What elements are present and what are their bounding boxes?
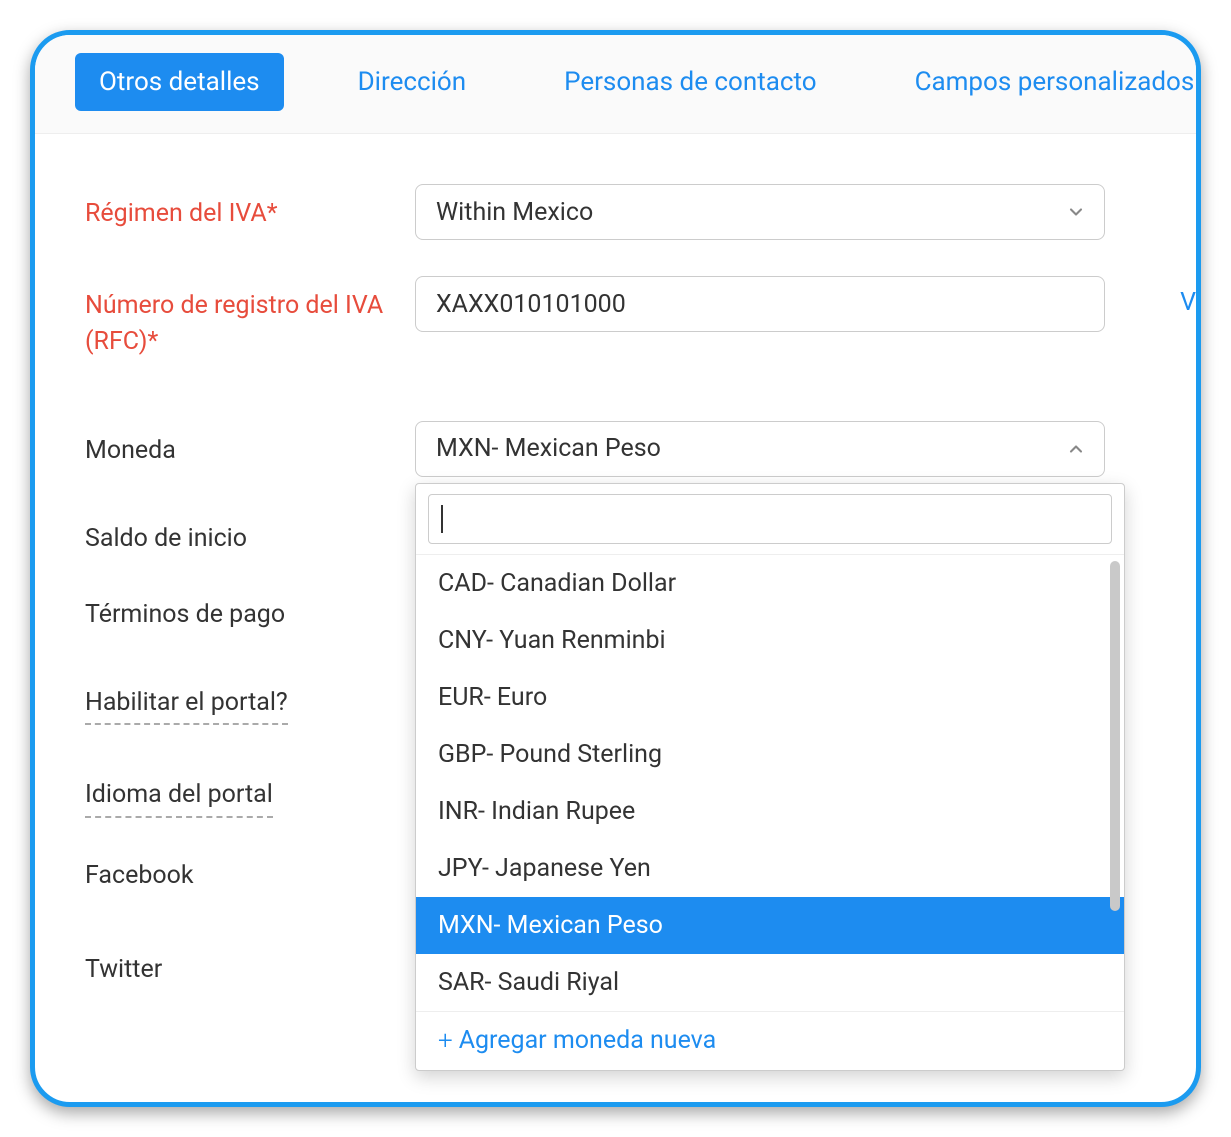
input-rfc-value: XAXX010101000 bbox=[436, 290, 626, 319]
label-rfc: Número de registro del IVA (RFC)* bbox=[85, 276, 415, 361]
label-currency: Moneda bbox=[85, 421, 415, 469]
currency-option-jpy[interactable]: JPY- Japanese Yen bbox=[416, 840, 1124, 897]
currency-option-sar[interactable]: SAR- Saudi Riyal bbox=[416, 954, 1124, 1011]
currency-option-eur[interactable]: EUR- Euro bbox=[416, 669, 1124, 726]
chevron-up-icon bbox=[1066, 439, 1086, 459]
label-iva-regime: Régimen del IVA* bbox=[85, 184, 415, 232]
row-rfc: Número de registro del IVA (RFC)* XAXX01… bbox=[85, 276, 1156, 361]
label-facebook: Facebook bbox=[85, 850, 415, 894]
add-currency-label: Agregar moneda nueva bbox=[459, 1026, 717, 1055]
label-payment-terms: Términos de pago bbox=[85, 589, 415, 633]
select-currency-value: MXN- Mexican Peso bbox=[436, 434, 661, 463]
select-iva-regime-value: Within Mexico bbox=[436, 198, 593, 227]
currency-dropdown: CAD- Canadian Dollar CNY- Yuan Renminbi … bbox=[415, 483, 1125, 1071]
currency-option-cny[interactable]: CNY- Yuan Renminbi bbox=[416, 612, 1124, 669]
tab-personas-contacto[interactable]: Personas de contacto bbox=[540, 53, 840, 111]
scrollbar-thumb[interactable] bbox=[1110, 561, 1120, 911]
tabs-bar: Otros detalles Dirección Personas de con… bbox=[35, 35, 1196, 134]
input-rfc[interactable]: XAXX010101000 bbox=[415, 276, 1105, 332]
currency-option-cad[interactable]: CAD- Canadian Dollar bbox=[416, 555, 1124, 612]
rfc-side-action[interactable]: V bbox=[1180, 288, 1196, 317]
label-enable-portal: Habilitar el portal? bbox=[85, 677, 288, 725]
currency-search-wrap bbox=[416, 484, 1124, 555]
form-body: Régimen del IVA* Within Mexico Número de… bbox=[35, 134, 1196, 988]
row-iva-regime: Régimen del IVA* Within Mexico bbox=[85, 184, 1156, 240]
tab-campos-personalizados[interactable]: Campos personalizados bbox=[891, 53, 1201, 111]
label-opening-balance: Saldo de inicio bbox=[85, 513, 415, 557]
select-iva-regime[interactable]: Within Mexico bbox=[415, 184, 1105, 240]
currency-dropdown-list: CAD- Canadian Dollar CNY- Yuan Renminbi … bbox=[416, 555, 1124, 1011]
plus-icon: + bbox=[438, 1026, 453, 1056]
tab-otros-detalles[interactable]: Otros detalles bbox=[75, 53, 284, 111]
row-currency: Moneda MXN- Mexican Peso bbox=[85, 421, 1156, 477]
text-cursor-icon bbox=[441, 505, 443, 533]
select-currency[interactable]: MXN- Mexican Peso bbox=[415, 421, 1105, 477]
chevron-down-icon bbox=[1066, 202, 1086, 222]
tab-direccion[interactable]: Dirección bbox=[334, 53, 490, 111]
currency-search-input[interactable] bbox=[428, 494, 1112, 544]
currency-option-mxn[interactable]: MXN- Mexican Peso bbox=[416, 897, 1124, 954]
label-twitter: Twitter bbox=[85, 944, 415, 988]
window-frame: Otros detalles Dirección Personas de con… bbox=[30, 30, 1201, 1107]
label-portal-language: Idioma del portal bbox=[85, 769, 273, 817]
add-currency-button[interactable]: + Agregar moneda nueva bbox=[416, 1011, 1124, 1070]
currency-option-gbp[interactable]: GBP- Pound Sterling bbox=[416, 726, 1124, 783]
currency-option-inr[interactable]: INR- Indian Rupee bbox=[416, 783, 1124, 840]
